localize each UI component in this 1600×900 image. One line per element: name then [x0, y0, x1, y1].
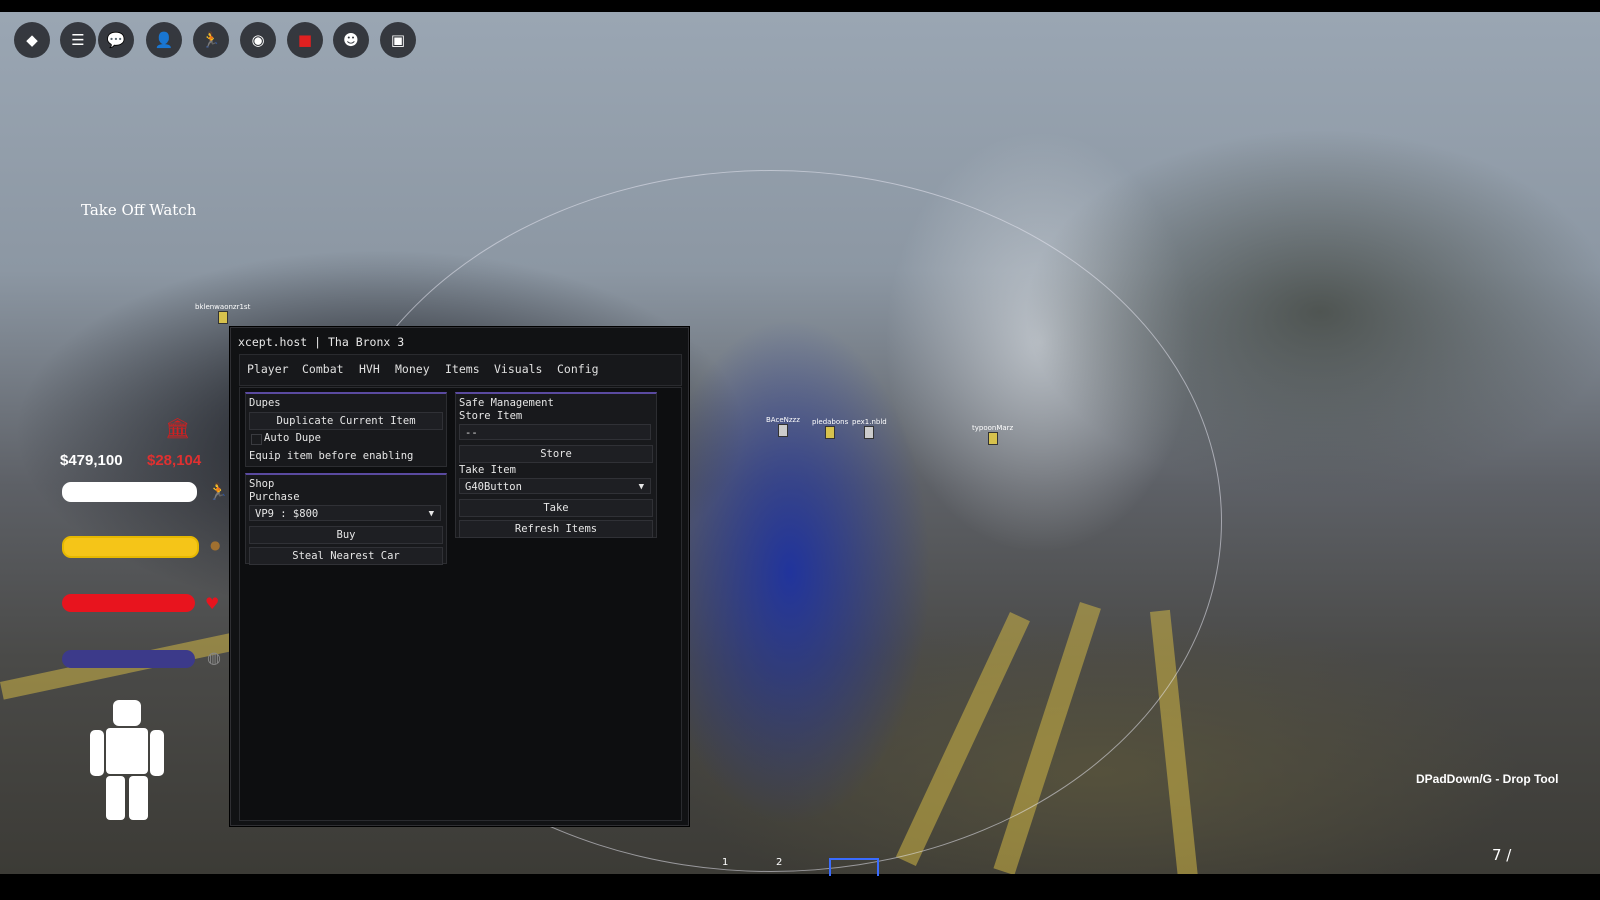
shop-header: Shop: [249, 478, 275, 490]
shop-group: Shop Purchase VP9 : $800 ▼ Buy Steal Nea…: [245, 473, 447, 565]
menu-tab-bar: Player Combat HVH Money Items Visuals Co…: [239, 354, 682, 386]
chat-icon[interactable]: 💬: [98, 22, 134, 58]
safe-header: Safe Management: [459, 397, 554, 409]
take-item-dropdown[interactable]: G40Button ▼: [459, 478, 651, 494]
hunger-bar: [62, 536, 199, 558]
chevron-down-icon: ▼: [428, 509, 434, 519]
menu-content-pane: Dupes Duplicate Current Item Auto Dupe E…: [239, 387, 682, 821]
store-item-label: Store Item: [459, 410, 523, 422]
store-button[interactable]: Store: [459, 445, 653, 463]
emote-icon[interactable]: 🏃: [193, 22, 229, 58]
running-icon: 🏃: [208, 482, 228, 501]
tab-visuals[interactable]: Visuals: [494, 362, 542, 376]
tab-combat[interactable]: Combat: [302, 362, 344, 376]
screenshot-icon[interactable]: ▣: [380, 22, 416, 58]
safe-management-group: Safe Management Store Item -- Store Take…: [455, 392, 657, 538]
tab-items[interactable]: Items: [445, 362, 480, 376]
camera-icon[interactable]: ◉: [240, 22, 276, 58]
avatar-silhouette: [90, 700, 164, 820]
cash-amount: $479,100: [60, 452, 123, 469]
drop-tool-hint: DPadDown/G - Drop Tool: [1416, 772, 1559, 786]
chevron-down-icon: ▼: [638, 482, 644, 492]
tab-money[interactable]: Money: [395, 362, 430, 376]
dupes-note: Equip item before enabling: [249, 450, 414, 462]
tab-hvh[interactable]: HVH: [359, 362, 380, 376]
slot-count: 7 /: [1492, 846, 1512, 864]
tab-player[interactable]: Player: [247, 362, 289, 376]
menu-icon[interactable]: ☰: [60, 22, 96, 58]
take-button[interactable]: Take: [459, 499, 653, 517]
roblox-logo-icon[interactable]: ◆: [14, 22, 50, 58]
dupes-group: Dupes Duplicate Current Item Auto Dupe E…: [245, 392, 447, 467]
take-off-watch-label[interactable]: Take Off Watch: [81, 201, 196, 219]
armor-bar: [62, 650, 195, 668]
buy-button[interactable]: Buy: [249, 526, 443, 544]
refresh-items-button[interactable]: Refresh Items: [459, 520, 653, 538]
shield-icon: ◍: [207, 648, 221, 667]
hotbar-slot-1[interactable]: 1: [722, 857, 728, 868]
stamina-bar: [62, 482, 197, 502]
auto-dupe-label: Auto Dupe: [264, 432, 321, 444]
esp-player-3: pledabons: [812, 418, 848, 441]
esp-player-5: typoonMarz: [972, 424, 1013, 447]
players-icon[interactable]: 👤: [146, 22, 182, 58]
store-item-dropdown[interactable]: --: [459, 424, 651, 440]
record-icon[interactable]: ■: [287, 22, 323, 58]
bank-icon: 🏛: [165, 416, 191, 440]
esp-player-4: pex1.nbld: [852, 418, 887, 441]
auto-dupe-checkbox[interactable]: [251, 434, 262, 445]
steal-car-button[interactable]: Steal Nearest Car: [249, 547, 443, 565]
take-item-label: Take Item: [459, 464, 516, 476]
purchase-value: VP9 : $800: [255, 508, 319, 520]
purchase-label: Purchase: [249, 491, 300, 503]
avatar-icon[interactable]: ☻: [333, 22, 369, 58]
take-item-value: G40Button: [465, 481, 522, 493]
dupes-header: Dupes: [249, 397, 281, 409]
duplicate-item-button[interactable]: Duplicate Current Item: [249, 412, 443, 430]
food-icon: ●: [210, 538, 221, 552]
esp-player-1: bklenwaonzr1st: [195, 303, 250, 326]
purchase-dropdown[interactable]: VP9 : $800 ▼: [249, 505, 441, 521]
hotbar-slot-2[interactable]: 2: [776, 857, 782, 868]
cheat-menu-window[interactable]: xcept.host | Tha Bronx 3 Player Combat H…: [230, 327, 689, 826]
menu-title: xcept.host | Tha Bronx 3: [238, 335, 405, 349]
bank-amount: $28,104: [147, 452, 202, 469]
hotbar-selected-slot[interactable]: [829, 858, 879, 876]
esp-player-2: BAceNzzz: [766, 416, 800, 439]
health-bar: [62, 594, 195, 612]
tab-config[interactable]: Config: [557, 362, 599, 376]
heart-icon: ♥: [205, 594, 220, 613]
store-item-value: --: [465, 427, 478, 439]
